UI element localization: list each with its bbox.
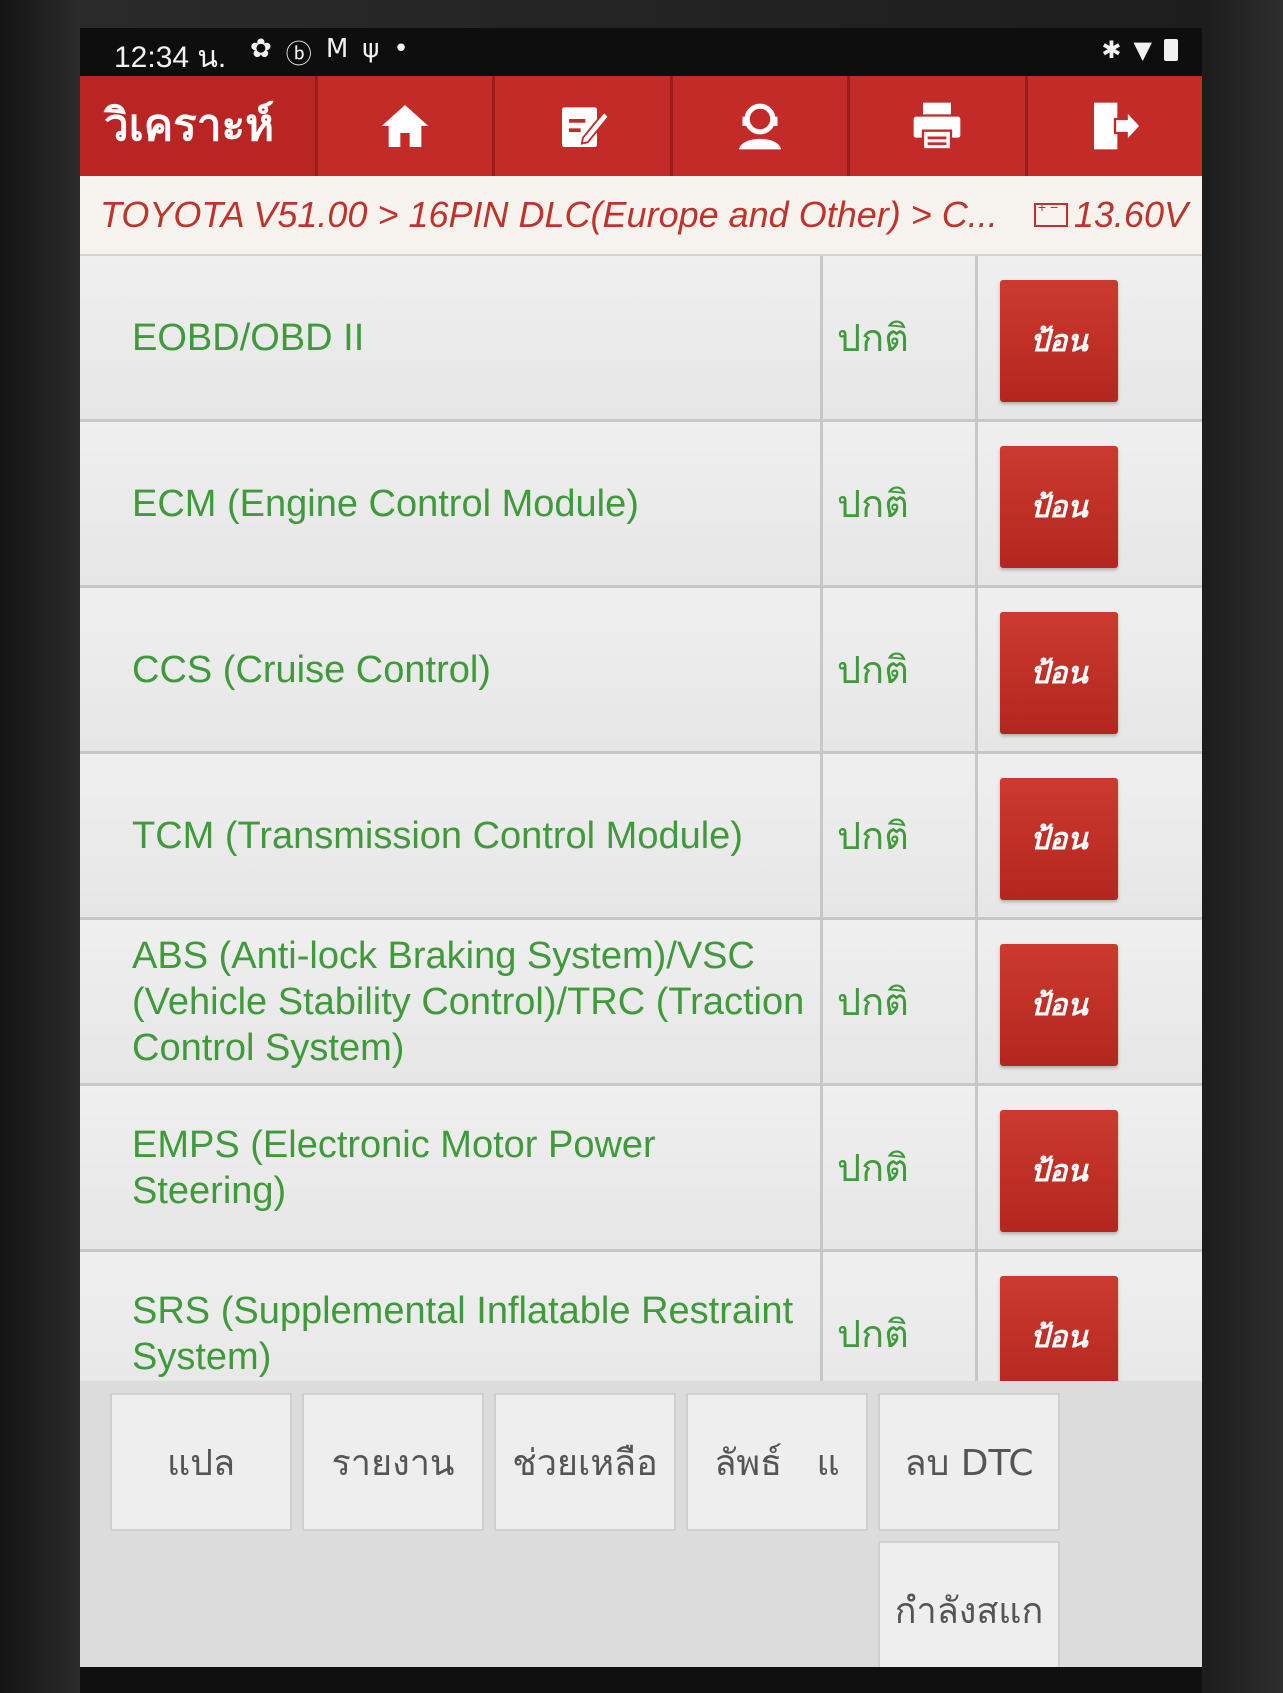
voltage-indicator: 13.60V [1033,194,1188,236]
gear-icon: ✿ [250,34,272,64]
clear-dtc-button[interactable]: ลบ DTC [878,1393,1060,1531]
system-status: ปกติ [820,256,975,419]
device-frame: 12:34 น. ✿ ⓑ M ψ • ✱ ▼ วิเคราะห์ TOYOTA … [0,0,1283,1693]
home-icon [381,105,429,147]
status-right-icons: ✱ ▼ [1101,36,1178,64]
bluetooth-circle-icon: ⓑ [285,40,312,70]
breadcrumb: TOYOTA V51.00 > 16PIN DLC(Europe and Oth… [80,176,1202,256]
exit-icon [1093,102,1143,150]
edit-button[interactable] [492,76,670,176]
list-item: EMPS (Electronic Motor Power Steering) ป… [80,1086,1202,1252]
results-button[interactable]: ลัพธ์ แ [686,1393,868,1531]
system-nav-bar [80,1667,1202,1693]
exit-button[interactable] [1024,76,1202,176]
system-status: ปกติ [820,422,975,585]
notification-dot-icon: • [393,34,409,64]
bluetooth-icon: ✱ [1101,36,1122,64]
enter-button[interactable]: ป้อน [1000,612,1118,734]
wifi-icon: ▼ [1133,36,1152,64]
list-item: SRS (Supplemental Inflatable Restraint S… [80,1252,1202,1381]
enter-button[interactable]: ป้อน [1000,1110,1118,1232]
status-left-icons: ✿ ⓑ M ψ • [250,34,409,71]
system-status: ปกติ [820,1086,975,1249]
system-name: SRS (Supplemental Inflatable Restraint S… [132,1289,794,1378]
system-list: EOBD/OBD II ปกติ ป้อน ECM (Engine Contro… [80,256,1202,1381]
system-status: ปกติ [820,1252,975,1381]
enter-button[interactable]: ป้อน [1000,446,1118,568]
system-name: ECM (Engine Control Module) [132,482,639,525]
system-status: ปกติ [820,754,975,917]
printer-icon [914,102,961,151]
enter-button[interactable]: ป้อน [1000,778,1118,900]
home-button[interactable] [315,76,493,176]
support-agent-icon [739,103,782,150]
breadcrumb-path: TOYOTA V51.00 > 16PIN DLC(Europe and Oth… [100,194,998,235]
help-button[interactable]: ช่วยเหลือ [494,1393,676,1531]
list-item: ABS (Anti-lock Braking System)/VSC (Vehi… [80,920,1202,1086]
enter-button[interactable]: ป้อน [1000,1276,1118,1381]
voltage-value: 13.60V [1073,194,1188,235]
system-name: ABS (Anti-lock Braking System)/VSC (Vehi… [132,934,805,1069]
enter-button[interactable]: ป้อน [1000,944,1118,1066]
action-bar: แปล รายงาน ช่วยเหลือ ลัพธ์ แ ลบ DTC กำลั… [80,1381,1202,1693]
system-status: ปกติ [820,588,975,751]
system-name: TCM (Transmission Control Module) [132,814,743,857]
battery-icon [1164,39,1178,61]
gmail-icon: M [325,34,349,64]
list-item: EOBD/OBD II ปกติ ป้อน [80,256,1202,422]
list-item: TCM (Transmission Control Module) ปกติ ป… [80,754,1202,920]
system-status: ปกติ [820,920,975,1083]
status-bar: 12:34 น. ✿ ⓑ M ψ • ✱ ▼ [80,28,1202,76]
report-button[interactable]: รายงาน [302,1393,484,1531]
print-button[interactable] [847,76,1025,176]
scanning-button[interactable]: กำลังสแก [878,1541,1060,1679]
translate-button[interactable]: แปล [110,1393,292,1531]
system-name: EMPS (Electronic Motor Power Steering) [132,1123,656,1212]
list-item: ECM (Engine Control Module) ปกติ ป้อน [80,422,1202,588]
status-time: 12:34 น. [114,41,227,74]
usb-icon: ψ [362,34,380,64]
car-battery-icon [1033,199,1068,227]
page-title: วิเคราะห์ [104,100,275,151]
list-item: CCS (Cruise Control) ปกติ ป้อน [80,588,1202,754]
system-name: CCS (Cruise Control) [132,648,491,691]
system-name: EOBD/OBD II [132,316,365,359]
edit-icon [561,107,610,147]
screen: 12:34 น. ✿ ⓑ M ψ • ✱ ▼ วิเคราะห์ TOYOTA … [80,28,1202,1693]
enter-button[interactable]: ป้อน [1000,280,1118,402]
app-header: วิเคราะห์ [80,76,1202,176]
support-button[interactable] [669,76,848,176]
